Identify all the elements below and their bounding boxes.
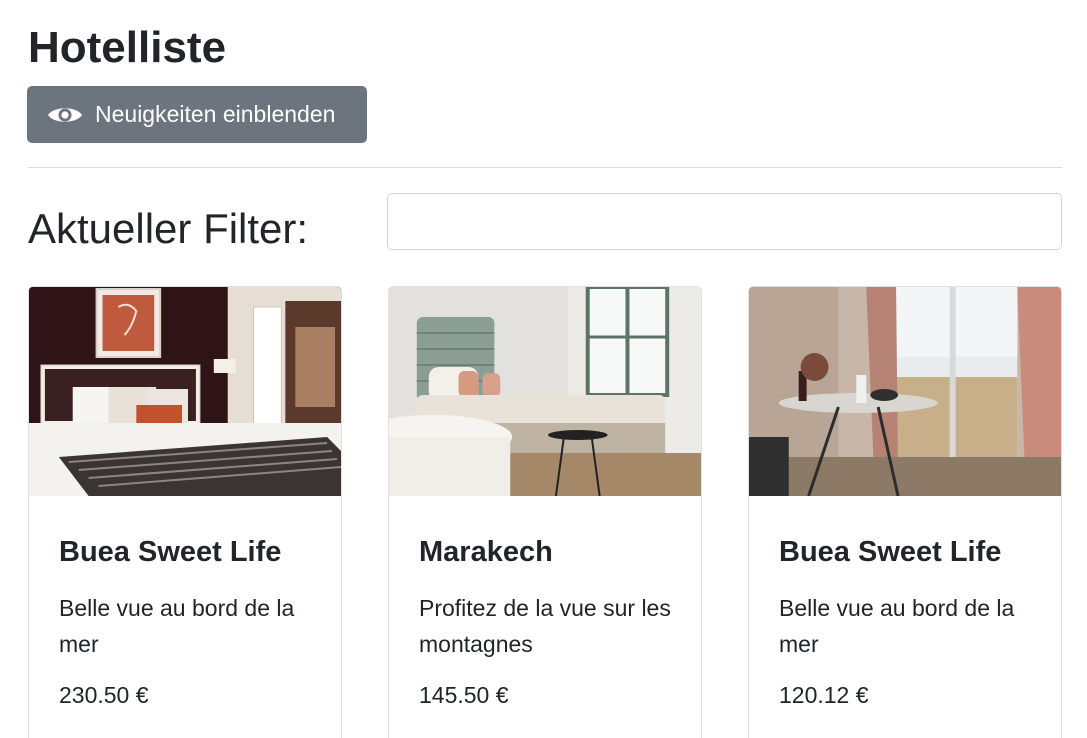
hotel-price: 230.50 € (59, 682, 149, 708)
hotel-card[interactable]: Marakech Profitez de la vue sur les mont… (388, 286, 702, 738)
page-title: Hotelliste (28, 23, 227, 72)
card-body: Marakech Profitez de la vue sur les mont… (389, 496, 701, 692)
hotel-card[interactable]: Buea Sweet Life Belle vue au bord de la … (28, 286, 342, 738)
hotel-image (29, 287, 341, 496)
divider (28, 167, 1062, 168)
hotel-price: 145.50 € (419, 682, 509, 708)
filter-input[interactable] (387, 193, 1062, 250)
hotel-image (389, 287, 701, 496)
show-news-button[interactable]: Neuigkeiten einblenden (27, 86, 367, 143)
hotel-card[interactable]: Buea Sweet Life Belle vue au bord de la … (748, 286, 1062, 738)
hotel-description: Belle vue au bord de la mer (59, 595, 295, 657)
show-news-button-label: Neuigkeiten einblenden (95, 101, 336, 127)
hotel-image (749, 287, 1061, 496)
page: Hotelliste Neuigkeiten einblenden Aktuel… (0, 0, 1087, 738)
hotel-name: Buea Sweet Life (59, 536, 282, 568)
hotel-name: Buea Sweet Life (779, 536, 1002, 568)
hotel-description: Profitez de la vue sur les montagnes (419, 595, 671, 657)
hotel-name: Marakech (419, 536, 553, 568)
card-body: Buea Sweet Life Belle vue au bord de la … (29, 496, 341, 692)
eye-icon (47, 103, 83, 127)
card-body: Buea Sweet Life Belle vue au bord de la … (749, 496, 1061, 692)
hotel-price: 120.12 € (779, 682, 869, 708)
filter-label: Aktueller Filter: (28, 205, 309, 252)
hotel-description: Belle vue au bord de la mer (779, 595, 1015, 657)
hotel-card-list: Buea Sweet Life Belle vue au bord de la … (28, 286, 1062, 738)
